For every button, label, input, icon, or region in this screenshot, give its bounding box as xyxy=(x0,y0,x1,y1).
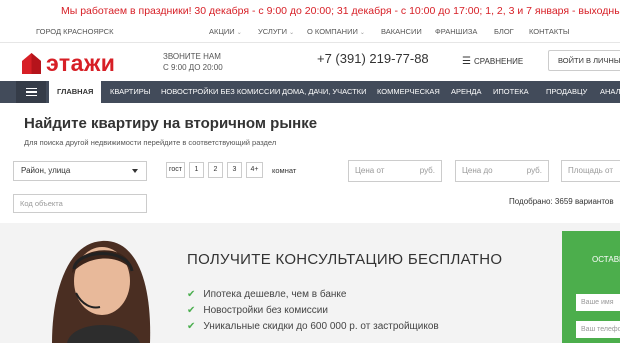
nav-item-apartments[interactable]: КВАРТИРЫ xyxy=(110,81,150,103)
chevron-down-icon: ⌄ xyxy=(236,30,242,36)
promo-perk: ✔ Новостройки без комиссии xyxy=(187,305,328,316)
main-nav: ГЛАВНАЯ КВАРТИРЫ НОВОСТРОЙКИ БЕЗ КОМИССИ… xyxy=(0,81,620,103)
name-input[interactable]: Ваше имя xyxy=(576,294,620,311)
consultation-promo: ПОЛУЧИТЕ КОНСУЛЬТАЦИЮ БЕСПЛАТНО ✔ Ипотека… xyxy=(0,223,620,343)
city-selector[interactable]: ГОРОД КРАСНОЯРСК xyxy=(36,27,113,36)
room-button-3[interactable]: 3 xyxy=(227,162,242,178)
topnav-item-about[interactable]: О КОМПАНИИ ⌄ xyxy=(307,27,365,36)
topnav-item-contacts[interactable]: КОНТАКТЫ xyxy=(529,27,569,36)
nav-item-analytics[interactable]: АНАЛИТИКА xyxy=(600,81,620,103)
nav-item-mortgage[interactable]: ИПОТЕКА xyxy=(493,81,529,103)
chevron-down-icon: ⌄ xyxy=(289,30,295,36)
room-button-1[interactable]: 1 xyxy=(189,162,204,178)
phone-number[interactable]: +7 (391) 219-77-88 xyxy=(317,51,429,66)
nav-item-houses[interactable]: ДОМА, ДАЧИ, УЧАСТКИ xyxy=(282,81,367,103)
nav-item-new-buildings[interactable]: НОВОСТРОЙКИ БЕЗ КОМИССИИ xyxy=(161,81,280,103)
nav-item-rent[interactable]: АРЕНДА xyxy=(451,81,482,103)
promo-title: ПОЛУЧИТЕ КОНСУЛЬТАЦИЮ БЕСПЛАТНО xyxy=(187,251,503,268)
phone-input[interactable]: Ваш телефон xyxy=(576,321,620,338)
menu-icon[interactable] xyxy=(16,81,46,103)
top-nav: ГОРОД КРАСНОЯРСК АКЦИИ ⌄ УСЛУГИ ⌄ О КОМПАН… xyxy=(0,22,620,42)
chevron-down-icon xyxy=(132,169,138,173)
chevron-down-icon: ⌄ xyxy=(359,30,365,36)
house-icon xyxy=(22,52,41,74)
price-to-field[interactable]: Цена до руб. xyxy=(455,160,549,182)
page-title: Найдите квартиру на вторичном рынке xyxy=(24,115,318,132)
compare-link[interactable]: ☰ СРАВНЕНИЕ xyxy=(462,56,523,67)
checkmark-icon: ✔ xyxy=(187,305,196,316)
price-from-field[interactable]: Цена от руб. xyxy=(348,160,442,182)
holiday-notice: Мы работаем в праздники! 30 декабря - с … xyxy=(61,5,620,17)
room-button-2[interactable]: 2 xyxy=(208,162,223,178)
logo-text: этажи xyxy=(46,49,116,76)
topnav-item-services[interactable]: УСЛУГИ ⌄ xyxy=(258,27,294,36)
checkmark-icon: ✔ xyxy=(187,289,196,300)
room-button-studio[interactable]: гост xyxy=(166,162,185,178)
callback-form: ОСТАВЬТЕ ЗАЯВКУ Ваше имя Ваш телефон xyxy=(562,231,620,343)
room-button-4plus[interactable]: 4+ xyxy=(246,162,263,178)
nav-item-commercial[interactable]: КОММЕРЧЕСКАЯ xyxy=(377,81,440,103)
logo[interactable]: этажи xyxy=(22,49,115,77)
form-title: ОСТАВЬТЕ ЗАЯВКУ xyxy=(592,255,620,264)
topnav-item-blog[interactable]: БЛОГ xyxy=(494,27,514,36)
district-select[interactable]: Район, улица xyxy=(13,161,147,181)
results-count: Подобрано: 3659 вариантов xyxy=(509,197,614,206)
promo-perk: ✔ Ипотека дешевле, чем в банке xyxy=(187,289,347,300)
area-from-field[interactable]: Площадь от xyxy=(561,160,620,182)
list-icon: ☰ xyxy=(462,56,471,67)
login-button[interactable]: ВОЙТИ В ЛИЧНЫЙ КАБИНЕТ xyxy=(548,50,620,71)
rooms-label: комнат xyxy=(272,166,297,175)
nav-item-seller[interactable]: ПРОДАВЦУ xyxy=(546,81,587,103)
header-divider xyxy=(0,42,620,43)
promo-perk: ✔ Уникальные скидки до 600 000 р. от заст… xyxy=(187,321,439,332)
call-hours: ЗВОНИТЕ НАМ С 9:00 ДО 20:00 xyxy=(163,52,223,72)
page-subtitle: Для поиска другой недвижимости перейдите… xyxy=(24,138,277,147)
topnav-item-promotions[interactable]: АКЦИИ ⌄ xyxy=(209,27,242,36)
object-code-field[interactable]: Код объекта xyxy=(13,194,147,213)
topnav-item-franchise[interactable]: ФРАНШИЗА xyxy=(435,27,477,36)
checkmark-icon: ✔ xyxy=(187,321,196,332)
consultant-photo xyxy=(52,240,151,343)
topnav-item-vacancies[interactable]: ВАКАНСИИ xyxy=(381,27,422,36)
nav-item-home[interactable]: ГЛАВНАЯ xyxy=(49,81,102,103)
